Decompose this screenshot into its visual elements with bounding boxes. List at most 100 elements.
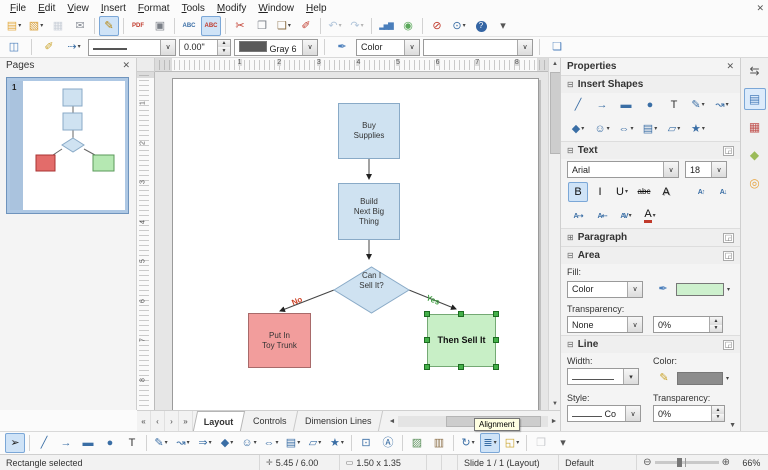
close-icon[interactable]: ✕ bbox=[122, 60, 130, 71]
bold-icon[interactable]: B bbox=[568, 182, 588, 202]
tab-dimension-lines[interactable]: Dimension Lines bbox=[295, 411, 383, 431]
select-icon[interactable]: ➢ bbox=[5, 433, 25, 453]
flowchart-node-decision-label[interactable]: Can I Sell It? bbox=[334, 271, 409, 291]
fill-type-select[interactable]: Color∨ bbox=[356, 39, 420, 56]
collapse-icon[interactable]: ⊟ bbox=[567, 146, 574, 155]
selection-handle[interactable] bbox=[424, 311, 430, 317]
selection-handle[interactable] bbox=[458, 364, 464, 370]
page-style-status[interactable]: Default bbox=[559, 455, 637, 470]
dropdown-arrow[interactable]: ▾ bbox=[494, 440, 497, 446]
autospell-icon[interactable]: ABC bbox=[201, 16, 221, 36]
menu-insert[interactable]: Insert bbox=[95, 2, 132, 15]
block-arrows-icon[interactable]: ⇔▾ bbox=[261, 433, 281, 453]
line-width-spinner[interactable]: 0.00"▲▼ bbox=[179, 39, 231, 56]
star-shapes-icon[interactable]: ★▾ bbox=[327, 433, 347, 453]
rectangle-icon[interactable]: ▬ bbox=[78, 433, 98, 453]
dropdown-arrow[interactable]: ▾ bbox=[472, 440, 475, 446]
edit-mode-icon[interactable]: ✎ bbox=[99, 16, 119, 36]
dropdown-arrow[interactable]: ▾ bbox=[726, 102, 729, 108]
flowchart-node-put-in-toy-trunk[interactable]: Put In Toy Trunk bbox=[248, 313, 311, 368]
previous-page-icon[interactable]: ‹ bbox=[151, 411, 165, 431]
decrease-char-spacing-icon[interactable]: A⇠ bbox=[592, 206, 612, 226]
display-grid-icon[interactable]: ⊘ bbox=[427, 16, 447, 36]
connector-no[interactable] bbox=[280, 290, 334, 311]
dropdown-arrow[interactable]: ▾ bbox=[275, 440, 278, 446]
scroll-right-icon[interactable]: ► bbox=[548, 418, 560, 425]
insert-image-icon[interactable]: ▨ bbox=[407, 433, 427, 453]
zoom-out-icon[interactable]: ⊖ bbox=[643, 457, 651, 468]
insert-ellipse-icon[interactable]: ● bbox=[640, 95, 660, 115]
horizontal-ruler[interactable]: 12345678 bbox=[155, 58, 548, 72]
menu-window[interactable]: Window bbox=[252, 2, 300, 15]
connector-icon[interactable]: ↝▾ bbox=[173, 433, 193, 453]
tab-controls[interactable]: Controls bbox=[242, 411, 297, 431]
zoom-icon[interactable]: ⊙▾ bbox=[449, 16, 469, 36]
cut-icon[interactable]: ✂ bbox=[230, 16, 250, 36]
insert-text-icon[interactable]: T bbox=[664, 95, 684, 115]
fill-type-select[interactable]: Color∨ bbox=[567, 281, 643, 298]
font-size-select[interactable]: 18∨ bbox=[685, 161, 727, 178]
dropdown-arrow[interactable]: ▾ bbox=[187, 440, 190, 446]
dropdown-arrow[interactable]: ▾ bbox=[581, 126, 584, 132]
page-thumbnail[interactable]: 1 bbox=[7, 78, 128, 213]
vertical-scrollbar[interactable]: ▲ ▼ bbox=[548, 58, 560, 410]
set-character-spacing-icon[interactable]: AV▾ bbox=[616, 206, 636, 226]
menu-format[interactable]: Format bbox=[132, 2, 176, 15]
flowchart-node-then-sell-it[interactable]: Then Sell It bbox=[427, 314, 496, 367]
first-page-icon[interactable]: « bbox=[137, 411, 151, 431]
collapse-icon[interactable]: ⊟ bbox=[567, 340, 574, 349]
insert-rectangle-icon[interactable]: ▬ bbox=[616, 95, 636, 115]
arrange-icon[interactable]: ◱▾ bbox=[502, 433, 522, 453]
sidebar-settings-icon[interactable]: ⇆ bbox=[744, 60, 766, 82]
line-style-select[interactable]: ∨ bbox=[88, 39, 176, 56]
collapse-icon[interactable]: ⊟ bbox=[567, 80, 574, 89]
properties-tab-icon[interactable]: ▤ bbox=[744, 88, 766, 110]
text-dialog-launcher-icon[interactable]: ◲ bbox=[723, 146, 734, 156]
toggle-shadow-icon[interactable]: A bbox=[656, 182, 676, 202]
selection-handle[interactable] bbox=[493, 311, 499, 317]
basic-shapes-icon[interactable]: ◆▾ bbox=[568, 119, 588, 139]
dropdown-arrow[interactable]: ▾ bbox=[702, 102, 705, 108]
fill-color-picker-icon[interactable]: ✒ bbox=[653, 279, 673, 299]
navigator-tab-icon[interactable]: ◎ bbox=[744, 172, 766, 194]
dropdown-arrow[interactable]: ▾ bbox=[653, 213, 656, 219]
collapse-icon[interactable]: ⊟ bbox=[567, 251, 574, 260]
toolbar-overflow-icon[interactable]: ▾ bbox=[553, 433, 573, 453]
symbol-shapes-icon[interactable]: ☺▾ bbox=[239, 433, 259, 453]
dropdown-arrow[interactable]: ▾ bbox=[341, 440, 344, 446]
selection-handle[interactable] bbox=[493, 337, 499, 343]
section-line[interactable]: ⊟ Line ◲ bbox=[561, 335, 740, 353]
symbol-shapes-icon[interactable]: ☺▾ bbox=[592, 119, 612, 139]
underline-icon[interactable]: U▾ bbox=[612, 182, 632, 202]
show-draw-functions-icon[interactable]: ◫ bbox=[4, 37, 24, 57]
dropdown-arrow[interactable]: ▾ bbox=[254, 440, 257, 446]
expand-icon[interactable]: ⊞ bbox=[567, 233, 574, 242]
copy-icon[interactable]: ❐ bbox=[252, 16, 272, 36]
spelling-icon[interactable]: ABC bbox=[179, 16, 199, 36]
shapes-tab-icon[interactable]: ◆ bbox=[744, 144, 766, 166]
dropdown-arrow[interactable]: ▾ bbox=[629, 213, 632, 219]
strikethrough-icon[interactable]: abc bbox=[634, 182, 654, 202]
zoom-slider-thumb[interactable] bbox=[677, 458, 682, 467]
area-dialog-launcher-icon[interactable]: ◲ bbox=[723, 251, 734, 261]
section-area[interactable]: ⊟ Area ◲ bbox=[561, 246, 740, 264]
rotate-icon[interactable]: ↻▾ bbox=[458, 433, 478, 453]
dropdown-arrow[interactable]: ▾ bbox=[654, 126, 657, 132]
gallery-icon[interactable]: ▥ bbox=[429, 433, 449, 453]
fontwork-icon[interactable]: Ⓐ bbox=[378, 433, 398, 453]
paste-icon[interactable]: ❑▾ bbox=[274, 16, 294, 36]
area-dialog-icon[interactable]: ✒ bbox=[332, 37, 352, 57]
new-icon[interactable]: ▤▾ bbox=[4, 16, 24, 36]
callout-shapes-icon[interactable]: ▱▾ bbox=[305, 433, 325, 453]
export-pdf-icon[interactable]: PDF bbox=[128, 16, 148, 36]
fill-color-swatch[interactable] bbox=[676, 283, 724, 296]
arrow-style-icon[interactable]: ⇢▾ bbox=[64, 37, 84, 57]
block-arrows-icon[interactable]: ⇔▾ bbox=[616, 119, 636, 139]
dropdown-arrow[interactable]: ▾ bbox=[677, 126, 680, 132]
insert-line-icon[interactable]: ╱ bbox=[568, 95, 588, 115]
fill-color-select[interactable]: ∨ bbox=[423, 39, 533, 56]
dropdown-arrow[interactable]: ▾ bbox=[209, 440, 212, 446]
decrease-font-size-icon[interactable]: A↓ bbox=[713, 182, 733, 202]
open-icon[interactable]: ▧▾ bbox=[26, 16, 46, 36]
selection-handle[interactable] bbox=[424, 337, 430, 343]
